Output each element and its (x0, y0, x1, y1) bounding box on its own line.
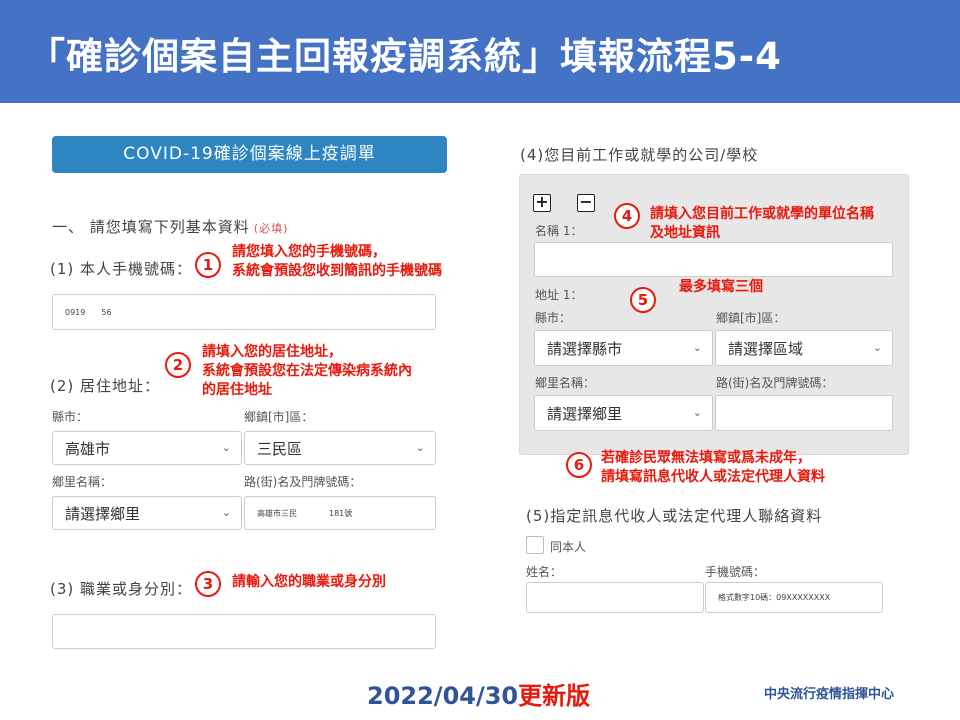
annotation-6-line1: 若確診民眾無法填寫或爲未成年， (601, 450, 811, 466)
add-button[interactable]: + (533, 194, 551, 212)
work-road-input[interactable] (715, 395, 893, 431)
work-road-label: 路(街)名及門牌號碼： (716, 376, 834, 390)
required-tag: (必填) (253, 222, 289, 235)
footer-update-label: 更新版 (518, 682, 591, 710)
road-input[interactable]: 高雄市三民 181號 (244, 496, 436, 530)
title-bar: 「確診個案自主回報疫調系統」填報流程5-4 (0, 0, 960, 103)
annotation-5: 最多填寫三個 (679, 279, 763, 295)
road-label: 路(街)名及門牌號碼： (244, 475, 362, 489)
annotation-6: 若確診民眾無法填寫或爲未成年， 請填寫訊息代收人或法定代理人資料 (601, 449, 825, 487)
chevron-down-icon: ⌄ (692, 341, 702, 354)
proxy-phone-label: 手機號碼： (705, 565, 766, 579)
phone-label: (1) 本人手機號碼： (50, 260, 193, 278)
district-label: 鄉鎮[市]區： (244, 410, 314, 424)
annotation-2-line2: 系統會預設您在法定傳染病系統內 (202, 363, 412, 379)
work-district-label: 鄉鎮[市]區： (716, 311, 786, 325)
chevron-down-icon: ⌄ (221, 441, 231, 454)
county-select-value: 高雄市 (65, 439, 111, 458)
step-badge-4: 4 (614, 203, 640, 229)
annotation-1-line1: 請您填入您的手機號碼， (232, 244, 386, 260)
proxy-phone-input[interactable]: 格式數字10碼：09XXXXXXXX (705, 582, 883, 613)
slide-title: 「確診個案自主回報疫調系統」填報流程5-4 (28, 35, 782, 78)
step-badge-1: 1 (195, 252, 221, 278)
form-header: COVID-19確診個案線上疫調單 (52, 136, 447, 173)
proxy-phone-placeholder: 格式數字10碼：09XXXXXXXX (718, 593, 831, 602)
occupation-input[interactable] (52, 614, 436, 649)
work-district-value: 請選擇區域 (728, 339, 804, 358)
footer-date: 2022/04/30更新版 (367, 676, 590, 711)
annotation-2-line3: 的居住地址 (202, 382, 272, 398)
section-title: 一、 請您填寫下列基本資料 (必填) (52, 216, 288, 237)
step-badge-2: 2 (165, 352, 191, 378)
village-select[interactable]: 請選擇鄉里 ⌄ (52, 496, 242, 530)
district-select[interactable]: 三民區 ⌄ (244, 431, 436, 465)
footer-org: 中央流行疫情指揮中心 (764, 687, 895, 702)
proxy-name-label: 姓名： (526, 565, 563, 579)
step-badge-3: 3 (195, 571, 221, 597)
work-village-select[interactable]: 請選擇鄉里 ⌄ (534, 395, 713, 431)
chevron-down-icon: ⌄ (692, 406, 702, 419)
annotation-4-line1: 請填入您目前工作或就學的單位名稱 (650, 206, 874, 222)
section-title-text: 一、 請您填寫下列基本資料 (52, 218, 250, 236)
occupation-label: (3) 職業或身分別： (50, 580, 193, 598)
work-district-select[interactable]: 請選擇區域 ⌄ (715, 330, 893, 366)
work-name-label: 名稱 1： (535, 224, 583, 238)
remove-button[interactable]: − (577, 194, 595, 212)
chevron-down-icon: ⌄ (872, 341, 882, 354)
work-name-input[interactable] (534, 242, 893, 277)
annotation-4-line2: 及地址資訊 (650, 225, 720, 241)
step-badge-5: 5 (630, 287, 656, 313)
chevron-down-icon: ⌄ (415, 441, 425, 454)
same-as-self-label: 同本人 (550, 540, 587, 554)
proxy-name-input[interactable] (526, 582, 704, 613)
same-as-self-checkbox[interactable] (526, 536, 544, 554)
address-label: (2) 居住地址： (50, 377, 161, 395)
annotation-2-line1: 請填入您的居住地址， (202, 344, 342, 360)
annotation-3: 請輸入您的職業或身分別 (232, 574, 386, 590)
village-label: 鄉里名稱： (52, 475, 113, 489)
annotation-2: 請填入您的居住地址， 系統會預設您在法定傳染病系統內 的居住地址 (202, 343, 412, 400)
village-select-value: 請選擇鄉里 (65, 504, 141, 523)
chevron-down-icon: ⌄ (221, 506, 231, 519)
work-village-label: 鄉里名稱： (535, 376, 596, 390)
annotation-4: 請填入您目前工作或就學的單位名稱 及地址資訊 (650, 205, 874, 243)
footer-date-value: 2022/04/30 (367, 682, 519, 710)
work-label: (4)您目前工作或就學的公司/學校 (520, 146, 759, 164)
county-label: 縣市： (52, 410, 89, 424)
annotation-6-line2: 請填寫訊息代收人或法定代理人資料 (601, 469, 825, 485)
district-select-value: 三民區 (257, 439, 303, 458)
work-county-select[interactable]: 請選擇縣市 ⌄ (534, 330, 713, 366)
work-address-label: 地址 1： (535, 288, 583, 302)
phone-input[interactable]: 0919 56 (52, 294, 436, 330)
work-village-value: 請選擇鄉里 (547, 404, 623, 423)
annotation-1-line2: 系統會預設您收到簡訊的手機號碼 (232, 263, 442, 279)
work-county-value: 請選擇縣市 (547, 339, 623, 358)
proxy-label: (5)指定訊息代收人或法定代理人聯絡資料 (526, 507, 823, 525)
work-county-label: 縣市： (535, 311, 572, 325)
annotation-1: 請您填入您的手機號碼， 系統會預設您收到簡訊的手機號碼 (232, 243, 442, 281)
step-badge-6: 6 (566, 452, 592, 478)
county-select[interactable]: 高雄市 ⌄ (52, 431, 242, 465)
